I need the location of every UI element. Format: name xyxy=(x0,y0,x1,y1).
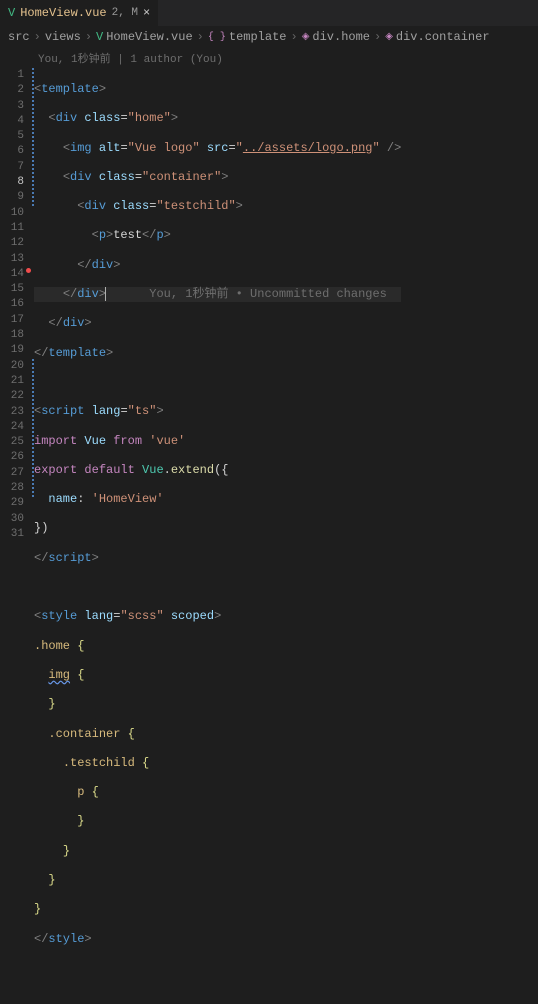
code-line[interactable]: <p>test</p> xyxy=(34,228,401,243)
code-line[interactable]: <div class="testchild"> xyxy=(34,199,401,214)
code-line[interactable]: } xyxy=(34,873,401,888)
code-line[interactable] xyxy=(34,580,401,595)
line-number: 26 xyxy=(0,450,24,465)
crumb-div-home[interactable]: ◈div.home xyxy=(302,30,370,44)
line-number: 4 xyxy=(0,114,24,129)
line-number: 12 xyxy=(0,236,24,251)
line-number: 13 xyxy=(0,252,24,267)
code-line[interactable]: .container { xyxy=(34,727,401,742)
code-line[interactable]: <div class="home"> xyxy=(34,111,401,126)
cube-icon: ◈ xyxy=(385,31,393,43)
code-line[interactable] xyxy=(34,961,401,976)
code-line[interactable]: }) xyxy=(34,521,401,536)
vue-icon: V xyxy=(8,6,15,20)
line-number: 29 xyxy=(0,496,24,511)
tab-filename: HomeView.vue xyxy=(20,6,106,20)
line-number: 27 xyxy=(0,466,24,481)
chevron-right-icon: › xyxy=(374,30,381,44)
line-number: 24 xyxy=(0,420,24,435)
code-line[interactable]: import Vue from 'vue' xyxy=(34,434,401,449)
line-number: 21 xyxy=(0,374,24,389)
line-number: 28 xyxy=(0,481,24,496)
code-area[interactable]: <template> <div class="home"> <img alt="… xyxy=(34,68,401,1004)
close-icon[interactable]: × xyxy=(143,6,150,20)
code-line-active[interactable]: </div> You, 1秒钟前 • Uncommitted changes xyxy=(34,287,401,302)
line-number-gutter: 1234567891011121314151617181920212223242… xyxy=(0,68,34,1004)
line-number: 1 xyxy=(0,68,24,83)
code-line[interactable]: <script lang="ts"> xyxy=(34,404,401,419)
chevron-right-icon: › xyxy=(197,30,204,44)
code-line[interactable] xyxy=(34,375,401,390)
code-line[interactable]: img { xyxy=(34,668,401,683)
code-line[interactable]: .home { xyxy=(34,639,401,654)
git-change-indicator xyxy=(32,359,34,499)
code-line[interactable]: <template> xyxy=(34,82,401,97)
line-number: 14 xyxy=(0,267,24,282)
code-line[interactable]: <img alt="Vue logo" src="../assets/logo.… xyxy=(34,141,401,156)
line-number: 5 xyxy=(0,129,24,144)
inline-git-blame: You, 1秒钟前 • Uncommitted changes xyxy=(149,287,387,301)
line-number: 6 xyxy=(0,144,24,159)
code-line[interactable]: } xyxy=(34,814,401,829)
line-number: 10 xyxy=(0,206,24,221)
code-line[interactable]: </div> xyxy=(34,316,401,331)
line-number: 2 xyxy=(0,83,24,98)
chevron-right-icon: › xyxy=(290,30,297,44)
line-number: 15 xyxy=(0,282,24,297)
crumb-src[interactable]: src xyxy=(8,30,30,44)
code-line[interactable]: </template> xyxy=(34,346,401,361)
crumb-template[interactable]: { }template xyxy=(208,30,287,44)
editor-tab[interactable]: V HomeView.vue 2, M × xyxy=(0,0,159,26)
line-number: 22 xyxy=(0,389,24,404)
code-line[interactable]: p { xyxy=(34,785,401,800)
git-blame-summary: You, 1秒钟前 | 1 author (You) xyxy=(0,48,538,68)
text-cursor xyxy=(105,287,106,301)
tab-status: 2, M xyxy=(112,7,138,19)
code-line[interactable]: .testchild { xyxy=(34,756,401,771)
code-line[interactable]: name: 'HomeView' xyxy=(34,492,401,507)
code-line[interactable]: </script> xyxy=(34,551,401,566)
error-indicator xyxy=(26,268,31,273)
line-number: 18 xyxy=(0,328,24,343)
line-number: 23 xyxy=(0,405,24,420)
git-change-indicator xyxy=(32,68,34,207)
braces-icon: { } xyxy=(208,32,226,43)
vue-icon: V xyxy=(96,30,103,44)
chevron-right-icon: › xyxy=(85,30,92,44)
cube-icon: ◈ xyxy=(302,31,310,43)
code-editor[interactable]: 1234567891011121314151617181920212223242… xyxy=(0,68,538,1004)
line-number: 25 xyxy=(0,435,24,450)
crumb-file[interactable]: VHomeView.vue xyxy=(96,30,193,44)
code-line[interactable]: } xyxy=(34,902,401,917)
tab-bar: V HomeView.vue 2, M × xyxy=(0,0,538,26)
chevron-right-icon: › xyxy=(34,30,41,44)
line-number: 8 xyxy=(0,175,24,190)
code-line[interactable]: </div> xyxy=(34,258,401,273)
line-number: 17 xyxy=(0,313,24,328)
line-number: 20 xyxy=(0,359,24,374)
crumb-views[interactable]: views xyxy=(45,30,81,44)
code-line[interactable]: export default Vue.extend({ xyxy=(34,463,401,478)
line-number: 19 xyxy=(0,343,24,358)
line-number: 7 xyxy=(0,160,24,175)
line-number: 16 xyxy=(0,297,24,312)
line-number: 11 xyxy=(0,221,24,236)
crumb-div-container[interactable]: ◈div.container xyxy=(385,30,489,44)
breadcrumb[interactable]: src › views › VHomeView.vue › { }templat… xyxy=(0,26,538,48)
code-line[interactable]: </style> xyxy=(34,932,401,947)
line-number: 9 xyxy=(0,190,24,205)
code-line[interactable]: <div class="container"> xyxy=(34,170,401,185)
code-line[interactable]: } xyxy=(34,844,401,859)
line-number: 3 xyxy=(0,99,24,114)
line-number: 30 xyxy=(0,512,24,527)
line-number: 31 xyxy=(0,527,24,542)
code-line[interactable]: <style lang="scss" scoped> xyxy=(34,609,401,624)
code-line[interactable]: } xyxy=(34,697,401,712)
